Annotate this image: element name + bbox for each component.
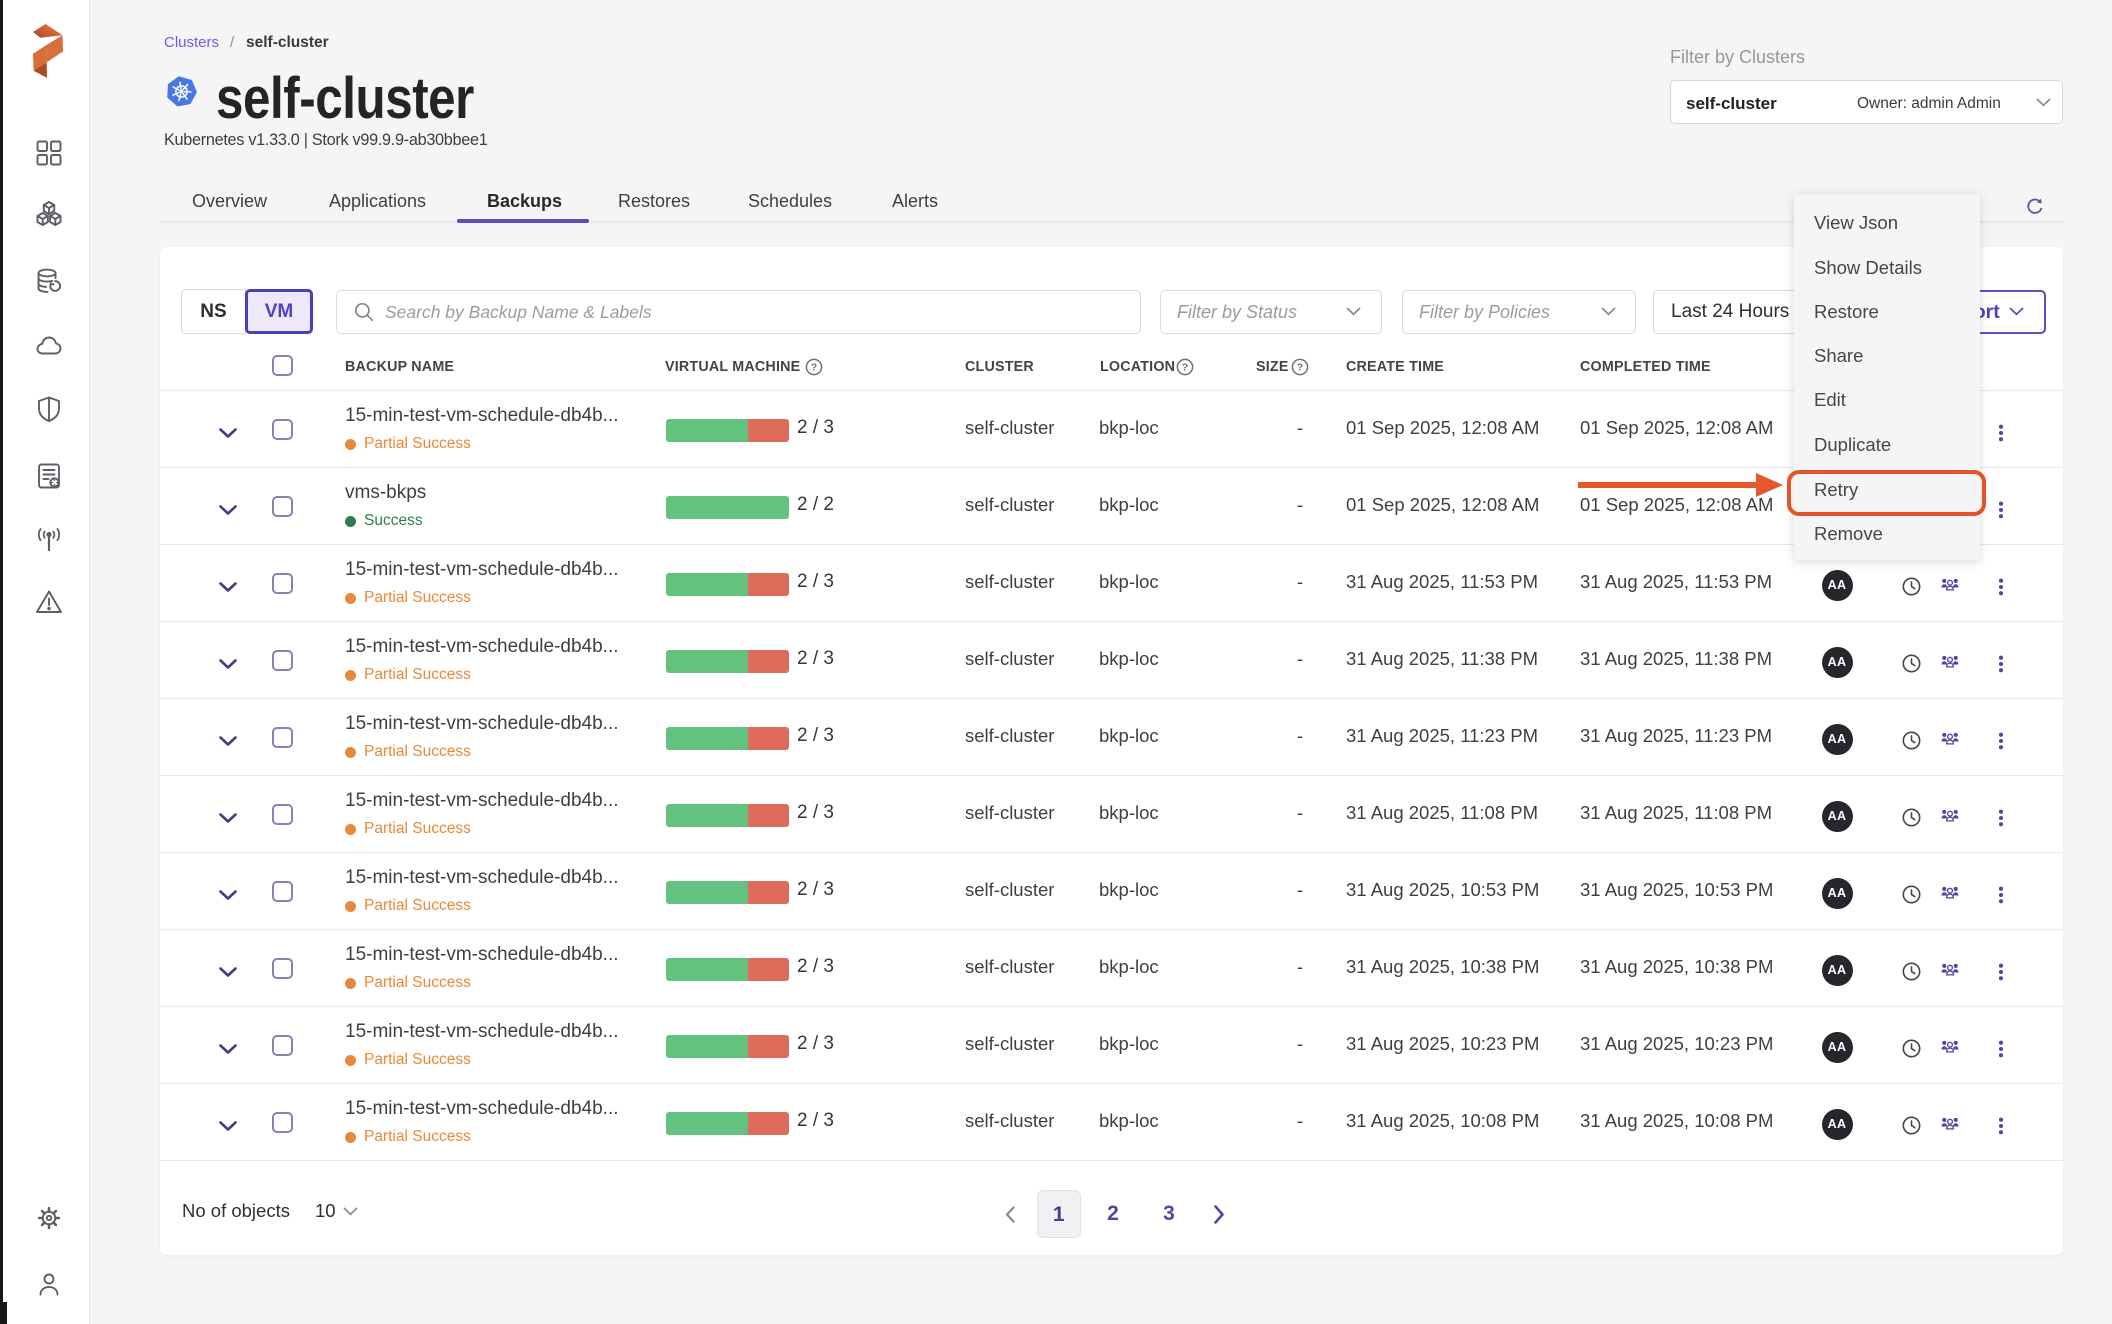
svg-text:?: ?: [1182, 362, 1188, 374]
svg-text:?: ?: [1297, 362, 1303, 374]
svg-text:?: ?: [811, 362, 817, 374]
